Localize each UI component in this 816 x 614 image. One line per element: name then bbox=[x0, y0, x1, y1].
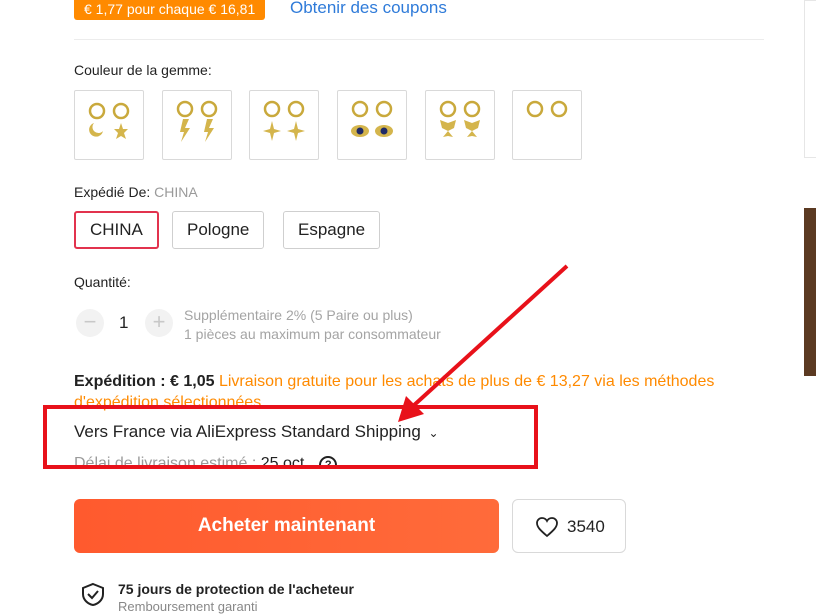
evil-eye-earring-icon bbox=[351, 100, 393, 137]
wishlist-button[interactable]: 3540 bbox=[512, 499, 626, 553]
ships-from-selected: CHINA bbox=[154, 184, 198, 200]
ship-from-china[interactable]: CHINA bbox=[74, 211, 159, 249]
quantity-value[interactable]: 1 bbox=[119, 313, 128, 333]
ships-from-title: Expédié De: bbox=[74, 184, 151, 200]
swatch-lightning-charm[interactable] bbox=[162, 90, 232, 160]
swatch-moon-charm[interactable] bbox=[74, 90, 144, 160]
quantity-label: Quantité: bbox=[74, 274, 131, 290]
buy-now-button[interactable]: Acheter maintenant bbox=[74, 499, 499, 553]
buyer-protection-subtitle: Remboursement garanti bbox=[118, 599, 258, 614]
swatch-crescent-charm[interactable] bbox=[512, 90, 582, 160]
divider bbox=[74, 39, 764, 40]
side-image-edge bbox=[804, 208, 816, 376]
shield-check-icon bbox=[82, 582, 104, 606]
butterfly-earring-icon bbox=[439, 100, 481, 137]
gem-color-label: Couleur de la gemme: bbox=[74, 62, 212, 78]
shipping-cost: Expédition : € 1,05 bbox=[74, 373, 215, 390]
quantity-limit-note: 1 pièces au maximum par consommateur bbox=[184, 326, 441, 342]
quantity-decrease-button[interactable]: − bbox=[76, 309, 104, 337]
heart-icon bbox=[536, 517, 558, 538]
quantity-discount-note: Supplémentaire 2% (5 Paire ou plus) bbox=[184, 307, 413, 323]
ships-from-label: Expédié De: CHINA bbox=[74, 184, 198, 200]
lightning-earring-icon bbox=[176, 100, 218, 142]
swatch-evil-eye-charm[interactable] bbox=[337, 90, 407, 160]
crescent-earring-icon bbox=[526, 100, 568, 139]
side-panel-edge bbox=[804, 0, 816, 158]
quantity-increase-button[interactable]: + bbox=[145, 309, 173, 337]
swatch-star-charm[interactable] bbox=[249, 90, 319, 160]
ship-from-spain[interactable]: Espagne bbox=[283, 211, 381, 249]
star-earring-icon bbox=[263, 100, 305, 141]
coupon-badge: € 1,77 pour chaque € 16,81 bbox=[74, 0, 266, 20]
swatch-butterfly-charm[interactable] bbox=[425, 90, 495, 160]
annotation-highlight-box bbox=[43, 405, 538, 469]
buyer-protection-title: 75 jours de protection de l'acheteur bbox=[118, 581, 354, 597]
wishlist-count: 3540 bbox=[567, 517, 605, 536]
get-coupons-link[interactable]: Obtenir des coupons bbox=[290, 0, 447, 18]
moon-earring-icon bbox=[88, 102, 130, 139]
ship-from-poland[interactable]: Pologne bbox=[172, 211, 265, 249]
